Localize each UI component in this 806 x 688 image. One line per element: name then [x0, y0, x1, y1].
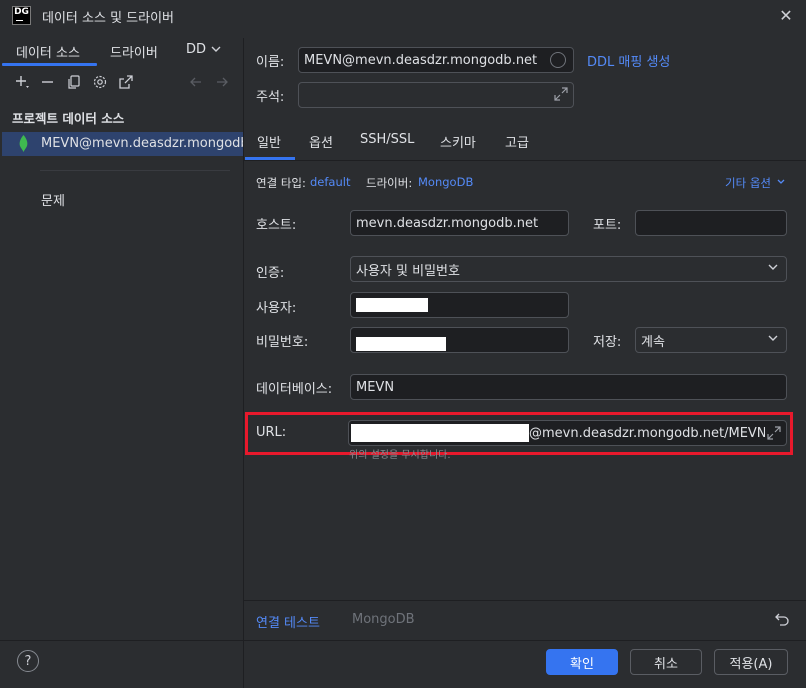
mongodb-leaf-icon: [19, 135, 28, 152]
comment-label: 주석:: [256, 90, 285, 105]
redacted-url-credentials: [351, 424, 529, 442]
name-label: 이름:: [256, 55, 285, 70]
conn-type-label: 연결 타입:: [256, 176, 306, 190]
database-value: MEVN: [356, 379, 395, 395]
url-field[interactable]: @mevn.deasdzr.mongodb.net/MEVN: [348, 420, 787, 446]
active-tab-indicator: [2, 63, 97, 66]
tab-drivers[interactable]: 드라이버: [110, 42, 158, 61]
open-external-icon[interactable]: [118, 74, 134, 90]
tab-ssh-ssl[interactable]: SSH/SSL: [360, 132, 414, 147]
more-options-link[interactable]: 기타 옵션: [725, 175, 771, 191]
redacted-password: [356, 337, 446, 351]
save-value: 계속: [641, 334, 665, 350]
duplicate-icon[interactable]: [66, 74, 82, 90]
ok-button[interactable]: 확인: [546, 649, 618, 675]
footer-divider: [0, 640, 806, 641]
help-icon[interactable]: ?: [17, 650, 39, 672]
driver-name-text: MongoDB: [352, 612, 415, 627]
database-field[interactable]: MEVN: [350, 374, 787, 400]
auth-value: 사용자 및 비밀번호: [356, 263, 460, 279]
redacted-user: [356, 298, 428, 312]
chevron-down-icon[interactable]: [210, 43, 222, 59]
problems-item[interactable]: 문제: [41, 190, 65, 209]
tab-ddl-mappings[interactable]: DD: [186, 42, 206, 57]
left-divider: [40, 170, 230, 171]
revert-icon[interactable]: [774, 611, 790, 627]
tabs-divider: [244, 160, 806, 161]
password-field[interactable]: [350, 327, 569, 353]
save-select[interactable]: 계속: [635, 327, 787, 353]
tab-schemas[interactable]: 스키마: [440, 132, 476, 151]
datagrip-app-icon: DG: [12, 6, 31, 25]
auth-label: 인증:: [256, 266, 285, 281]
port-label: 포트:: [593, 218, 622, 233]
tab-general[interactable]: 일반: [257, 132, 281, 151]
ddl-mapping-link[interactable]: DDL 매핑 생성: [587, 51, 670, 70]
port-field[interactable]: [635, 210, 787, 236]
save-label: 저장:: [593, 335, 622, 350]
user-field[interactable]: [350, 292, 569, 318]
cancel-button[interactable]: 취소: [630, 649, 702, 675]
tab-options[interactable]: 옵션: [309, 132, 333, 151]
window-title: 데이터 소스 및 드라이버: [42, 11, 174, 26]
apply-button[interactable]: 적용(A): [714, 649, 788, 675]
gear-icon[interactable]: [92, 74, 108, 90]
comment-field[interactable]: [298, 82, 574, 108]
password-label: 비밀번호:: [256, 335, 309, 350]
url-label: URL:: [256, 425, 287, 440]
chevron-down-icon: [767, 332, 779, 347]
driver-label: 드라이버:: [366, 176, 413, 190]
add-icon[interactable]: [14, 74, 30, 90]
bottom-divider: [244, 600, 806, 601]
name-field[interactable]: MEVN@mevn.deasdzr.mongodb.net: [298, 47, 574, 73]
url-value: @mevn.deasdzr.mongodb.net/MEVN: [529, 425, 767, 441]
project-data-sources-label: 프로젝트 데이터 소스: [12, 111, 125, 126]
data-source-label[interactable]: MEVN@mevn.deasdzr.mongodb.net: [41, 136, 243, 151]
tab-advanced[interactable]: 고급: [505, 132, 529, 151]
database-label: 데이터베이스:: [256, 382, 333, 397]
remove-icon[interactable]: [40, 74, 56, 90]
expand-icon[interactable]: [552, 85, 570, 103]
conn-type-link[interactable]: default: [310, 175, 350, 189]
name-field-value: MEVN@mevn.deasdzr.mongodb.net: [304, 52, 538, 68]
auth-select[interactable]: 사용자 및 비밀번호: [350, 256, 787, 282]
driver-link[interactable]: MongoDB: [418, 175, 473, 189]
color-circle-icon[interactable]: [550, 52, 566, 68]
tab-data-sources[interactable]: 데이터 소스: [16, 42, 80, 61]
forward-arrow-icon[interactable]: [214, 74, 230, 90]
close-icon[interactable]: ✕: [776, 6, 796, 26]
host-value: mevn.deasdzr.mongodb.net: [356, 215, 539, 231]
host-field[interactable]: mevn.deasdzr.mongodb.net: [350, 210, 569, 236]
expand-icon[interactable]: [765, 424, 783, 442]
back-arrow-icon[interactable]: [188, 74, 204, 90]
app-icon-text: DG: [14, 6, 29, 17]
url-hint: 위의 설정을 무시합니다.: [349, 450, 451, 461]
chevron-down-icon: [767, 261, 779, 276]
chevron-down-icon[interactable]: [776, 176, 786, 191]
host-label: 호스트:: [256, 218, 297, 233]
test-connection-link[interactable]: 연결 테스트: [256, 612, 320, 631]
user-label: 사용자:: [256, 301, 297, 316]
